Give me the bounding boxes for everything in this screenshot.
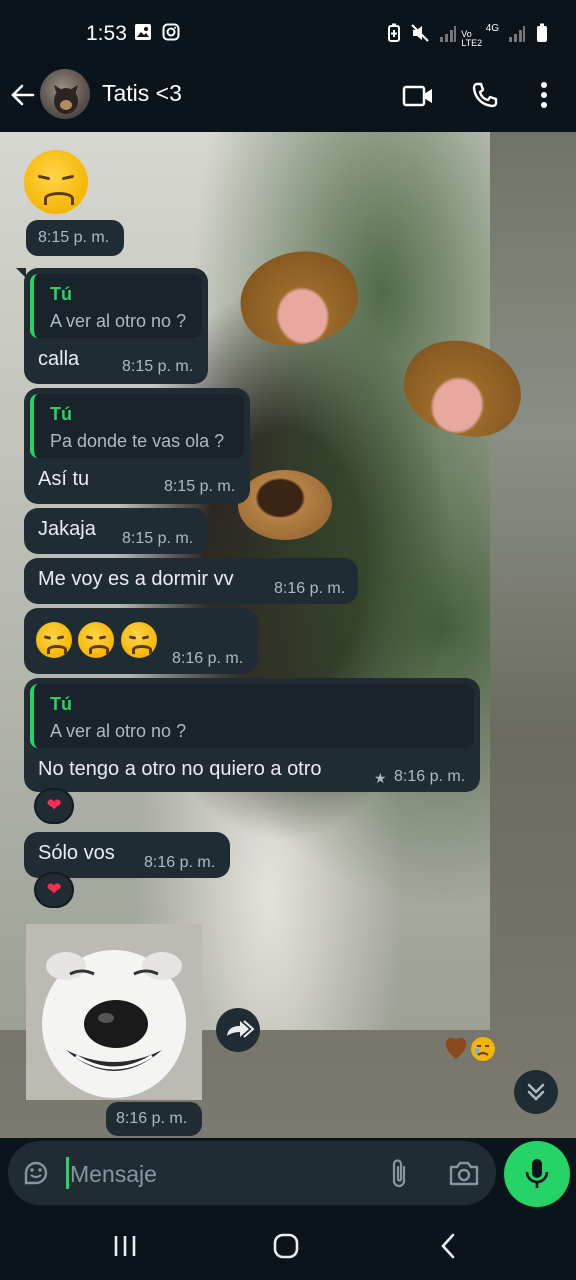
instagram-icon [162, 23, 180, 41]
message-input[interactable] [68, 1155, 372, 1193]
gallery-icon [135, 24, 151, 40]
quoted-message[interactable]: Tú A ver al otro no ? [30, 274, 202, 338]
forward-button[interactable] [216, 1008, 260, 1052]
brown-heart-emoji [445, 1037, 495, 1061]
mic-icon [525, 1159, 549, 1188]
sad-emoji [78, 622, 115, 658]
message-time: 8:15 p. m. [38, 229, 110, 246]
message-bubble[interactable]: Tú A ver al otro no ? No tengo a otro no… [24, 678, 480, 792]
signal-2-icon [508, 26, 525, 42]
message-time: 8:15 p. m. [122, 530, 194, 547]
status-time: 1:53 [86, 22, 127, 45]
phone-icon[interactable] [471, 81, 499, 109]
heart-reaction[interactable]: ❤ [34, 872, 74, 908]
battery-saver-icon [387, 23, 400, 42]
message-bubble[interactable]: 8:16 p. m. [24, 608, 258, 674]
message-text: Jakaja [38, 518, 96, 540]
sad-emoji [24, 150, 88, 214]
quote-author: Tú [50, 284, 72, 304]
recent-apps-icon[interactable] [112, 1234, 138, 1258]
scroll-down-icon [527, 1083, 545, 1101]
status-bar: 1:53 Vo LTE2 4G [0, 0, 576, 66]
dog-sticker-image [26, 924, 202, 1100]
system-nav-bar [0, 1212, 576, 1280]
message-time: 8:16 p. m. [274, 580, 346, 597]
camera-icon[interactable] [448, 1159, 480, 1187]
avatar[interactable] [40, 69, 90, 119]
quote-text: A ver al otro no ? [50, 721, 187, 741]
star-icon: ★ [374, 770, 387, 786]
forward-icon [227, 1020, 255, 1038]
dog-nose [238, 470, 332, 540]
signal-icon [439, 26, 456, 42]
avatar-dog-image [54, 85, 78, 114]
more-options-icon[interactable] [538, 81, 550, 109]
chat-header: Tatis <3 [0, 66, 576, 132]
message-time: 8:15 p. m. [164, 478, 236, 495]
quote-text: Pa donde te vas ola ? [50, 431, 225, 451]
message-bubble[interactable]: Me voy es a dormir vv 8:16 p. m. [24, 558, 358, 604]
message-bubble[interactable]: Tú A ver al otro no ? calla 8:15 p. m. [16, 268, 208, 384]
status-right-icons: Vo LTE2 4G [386, 23, 548, 48]
message-time: 8:16 p. m. [394, 768, 466, 785]
sad-emoji [36, 622, 72, 658]
quoted-message[interactable]: Tú A ver al otro no ? [30, 684, 474, 748]
mute-icon [411, 24, 430, 42]
message-time-chip: 8:16 p. m. [106, 1102, 202, 1136]
network-label: Vo LTE2 [461, 28, 483, 48]
message-time: 8:16 p. m. [116, 1110, 188, 1127]
message-composer [8, 1141, 496, 1205]
back-nav-icon[interactable] [438, 1232, 458, 1260]
back-arrow-icon[interactable] [10, 82, 36, 108]
battery-icon [537, 23, 547, 42]
sticker-icon[interactable] [22, 1159, 50, 1187]
chat-area[interactable]: 8:15 p. m. Tú A ver al otro no ? calla 8… [0, 132, 576, 1138]
message-text: Me voy es a dormir vv [38, 568, 234, 590]
message-time-chip: 8:15 p. m. [26, 220, 124, 256]
message-bubble[interactable]: Tú Pa donde te vas ola ? Así tu 8:15 p. … [24, 388, 250, 504]
home-icon[interactable] [272, 1232, 300, 1260]
dog-ear-left [231, 240, 367, 356]
voice-message-button[interactable] [504, 1141, 570, 1207]
status-left-icons [134, 23, 180, 46]
heart-reaction[interactable]: ❤ [34, 788, 74, 824]
message-text: No tengo a otro no quiero a otro [38, 758, 322, 780]
message-time: 8:16 p. m. [172, 650, 244, 667]
quote-text: A ver al otro no ? [50, 311, 187, 331]
dog-ear-right [392, 326, 534, 450]
sad-emoji [120, 622, 157, 658]
network-gen: 4G [485, 23, 500, 34]
attach-icon[interactable] [388, 1157, 410, 1189]
quoted-message[interactable]: Tú Pa donde te vas ola ? [30, 394, 244, 458]
message-text: Así tu [38, 468, 90, 490]
message-text: Sólo vos [38, 842, 115, 864]
message-time: 8:15 p. m. [122, 358, 194, 375]
message-text: calla [38, 348, 80, 370]
emoji-row [36, 622, 159, 658]
dog-sticker[interactable] [26, 924, 202, 1100]
message-time: 8:16 p. m. [144, 854, 216, 871]
quote-author: Tú [50, 694, 72, 714]
quote-author: Tú [50, 404, 72, 424]
contact-name[interactable]: Tatis <3 [102, 80, 182, 107]
message-bubble[interactable]: Jakaja 8:15 p. m. [24, 508, 208, 554]
video-call-icon[interactable] [402, 84, 434, 108]
scroll-down-button[interactable] [514, 1070, 558, 1114]
